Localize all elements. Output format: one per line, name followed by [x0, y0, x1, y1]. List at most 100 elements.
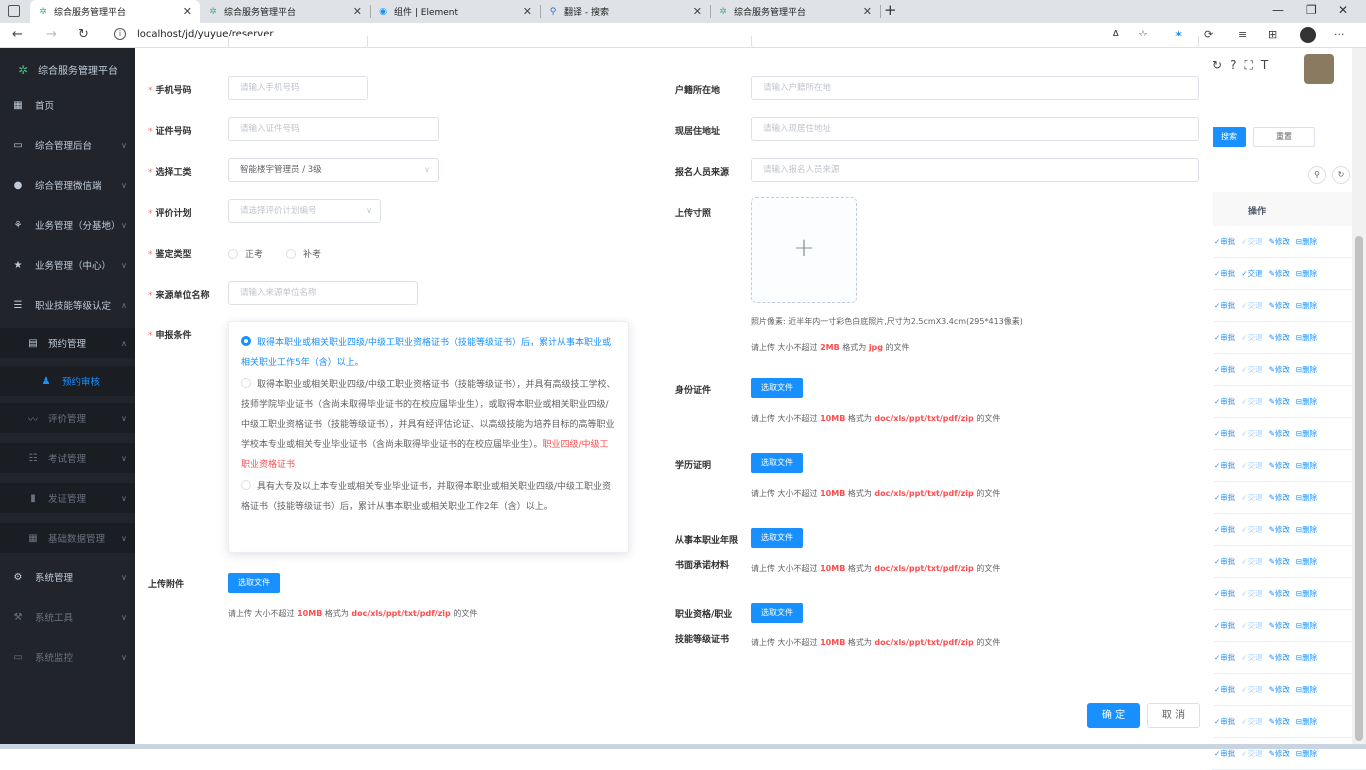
condition-option-3[interactable]: 具有大专及以上本专业或相关专业毕业证书，并取得本职业或相关职业四级/中级工职业资…	[241, 477, 616, 517]
row-action-link[interactable]: ⊟删除	[1296, 300, 1317, 311]
window-close-icon[interactable]: ✕	[1338, 3, 1348, 17]
row-action-link[interactable]: ✎修改	[1269, 588, 1290, 599]
reset-button[interactable]: 重置	[1253, 127, 1315, 147]
row-action-link[interactable]: ✓审批	[1214, 716, 1235, 727]
id-number-input[interactable]: 请输入证件号码	[228, 117, 439, 141]
tab-2[interactable]: ✲ 综合服务管理平台 ✕	[200, 0, 371, 23]
confirm-button[interactable]: 确 定	[1087, 703, 1140, 728]
row-action-link[interactable]: ✓审批	[1214, 524, 1235, 535]
sidebar-item-admin[interactable]: ▭ 综合管理后台 ∨	[0, 130, 135, 160]
font-size-icon[interactable]: T	[1261, 58, 1268, 73]
sidebar-item-exam[interactable]: ☷ 考试管理 ∨	[0, 443, 135, 473]
fullscreen-icon[interactable]: ⛶	[1244, 58, 1252, 73]
row-action-link[interactable]: ✓审批	[1214, 620, 1235, 631]
row-action-link[interactable]: ✎修改	[1269, 748, 1290, 759]
work-years-upload-button[interactable]: 选取文件	[751, 528, 803, 548]
row-action-link[interactable]: ✓审批	[1214, 460, 1235, 471]
page-scrollbar[interactable]	[1352, 48, 1366, 749]
row-action-link[interactable]: ✎修改	[1269, 652, 1290, 663]
sidebar-item-reservation[interactable]: ▤ 预约管理 ∧	[0, 328, 135, 358]
row-action-link[interactable]: ⊟删除	[1296, 364, 1317, 375]
sidebar-item-home[interactable]: ▦ 首页	[0, 90, 135, 120]
row-action-link[interactable]: ✓交退	[1241, 428, 1262, 439]
row-action-link[interactable]: ✓交退	[1241, 396, 1262, 407]
row-action-link[interactable]: ⊟删除	[1296, 684, 1317, 695]
sidebar-item-skill[interactable]: ☰ 职业技能等级认定 ∧	[0, 290, 135, 320]
row-action-link[interactable]: ⊟删除	[1296, 652, 1317, 663]
close-icon[interactable]: ✕	[863, 5, 872, 18]
close-icon[interactable]: ✕	[183, 5, 192, 18]
row-action-link[interactable]: ✓审批	[1214, 684, 1235, 695]
row-action-link[interactable]: ✎修改	[1269, 236, 1290, 247]
row-action-link[interactable]: ⊟删除	[1296, 332, 1317, 343]
forward-icon[interactable]: →	[46, 27, 57, 42]
window-menu-icon[interactable]	[8, 5, 20, 17]
qual-cert-upload-button[interactable]: 选取文件	[751, 603, 803, 623]
eval-plan-select[interactable]: 请选择评价计划编号 ∨	[228, 199, 381, 223]
cut-input[interactable]	[228, 36, 368, 48]
collections-icon[interactable]: ⊞	[1268, 28, 1277, 41]
row-action-link[interactable]: ✓审批	[1214, 556, 1235, 567]
sidebar-item-certificate[interactable]: ▮ 发证管理 ∨	[0, 483, 135, 513]
applicant-source-input[interactable]: 请输入报名人员来源	[751, 158, 1199, 182]
row-action-link[interactable]: ✓交退	[1241, 524, 1262, 535]
row-action-link[interactable]: ✎修改	[1269, 684, 1290, 695]
row-action-link[interactable]: ✓交退	[1241, 300, 1262, 311]
sidebar-item-branch[interactable]: ⚘ 业务管理（分基地） ∨	[0, 210, 135, 240]
row-action-link[interactable]: ✓交退	[1241, 556, 1262, 567]
row-action-link[interactable]: ✓审批	[1214, 332, 1235, 343]
photo-upload-box[interactable]: +	[751, 197, 857, 303]
tab-4[interactable]: ⚲ 翻译 - 搜索 ✕	[540, 0, 711, 23]
sidebar-item-system[interactable]: ⚙ 系统管理 ∨	[0, 562, 135, 592]
attachment-upload-button[interactable]: 选取文件	[228, 573, 280, 593]
household-input[interactable]: 请输入户籍所在地	[751, 76, 1199, 100]
row-action-link[interactable]: ✓交退	[1241, 716, 1262, 727]
row-action-link[interactable]: ✓交退	[1241, 652, 1262, 663]
row-action-link[interactable]: ✓交退	[1241, 268, 1262, 279]
tab-3[interactable]: ◉ 组件 | Element ✕	[370, 0, 541, 23]
row-action-link[interactable]: ✓审批	[1214, 396, 1235, 407]
sidebar-item-monitor[interactable]: ▭ 系统监控 ∨	[0, 642, 135, 672]
sidebar-item-basedata[interactable]: ▦ 基础数据管理 ∨	[0, 523, 135, 553]
row-action-link[interactable]: ✓审批	[1214, 428, 1235, 439]
restore-icon[interactable]: ❐	[1306, 3, 1317, 17]
job-type-select[interactable]: 智能楼宇管理员 / 3级 ∨	[228, 158, 439, 182]
condition-option-2[interactable]: 取得本职业或相关职业四级/中级工职业资格证书（技能等级证书），并具有高级技工学校…	[241, 375, 616, 475]
row-action-link[interactable]: ✓交退	[1241, 492, 1262, 503]
row-action-link[interactable]: ✎修改	[1269, 716, 1290, 727]
help-icon[interactable]: ?	[1230, 58, 1236, 73]
back-icon[interactable]: ←	[12, 27, 23, 42]
row-action-link[interactable]: ✓审批	[1214, 236, 1235, 247]
source-unit-input[interactable]: 请输入来源单位名称	[228, 281, 418, 305]
row-action-link[interactable]: ⊟删除	[1296, 492, 1317, 503]
row-action-link[interactable]: ⊟删除	[1296, 460, 1317, 471]
exam-type-makeup[interactable]: 补考	[286, 247, 321, 260]
row-action-link[interactable]: ✓交退	[1241, 620, 1262, 631]
row-action-link[interactable]: ✓审批	[1214, 588, 1235, 599]
scrollbar-thumb[interactable]	[1355, 236, 1363, 741]
favorites-list-icon[interactable]: ≡	[1238, 28, 1247, 41]
row-action-link[interactable]: ✓交退	[1241, 748, 1262, 759]
row-action-link[interactable]: ✎修改	[1269, 396, 1290, 407]
edu-cert-upload-button[interactable]: 选取文件	[751, 453, 803, 473]
row-action-link[interactable]: ✓交退	[1241, 684, 1262, 695]
row-action-link[interactable]: ✎修改	[1269, 556, 1290, 567]
profile-avatar[interactable]	[1300, 27, 1316, 43]
user-avatar[interactable]	[1304, 54, 1334, 84]
close-icon[interactable]: ✕	[523, 5, 532, 18]
row-action-link[interactable]: ✎修改	[1269, 332, 1290, 343]
address-input[interactable]: 请输入现居住地址	[751, 117, 1199, 141]
search-toggle-icon[interactable]: ⚲	[1308, 166, 1326, 184]
more-icon[interactable]: ···	[1334, 28, 1345, 41]
phone-input[interactable]: 请输入手机号码	[228, 76, 368, 100]
minimize-icon[interactable]: —	[1272, 3, 1284, 17]
close-icon[interactable]: ✕	[693, 5, 702, 18]
row-action-link[interactable]: ⊟删除	[1296, 428, 1317, 439]
sidebar-item-wechat[interactable]: ● 综合管理微信端 ∨	[0, 170, 135, 200]
github-icon[interactable]: ↻	[1212, 58, 1222, 73]
row-action-link[interactable]: ⊟删除	[1296, 588, 1317, 599]
row-action-link[interactable]: ✎修改	[1269, 428, 1290, 439]
row-action-link[interactable]: ⊟删除	[1296, 556, 1317, 567]
row-action-link[interactable]: ⊟删除	[1296, 268, 1317, 279]
row-action-link[interactable]: ✎修改	[1269, 268, 1290, 279]
